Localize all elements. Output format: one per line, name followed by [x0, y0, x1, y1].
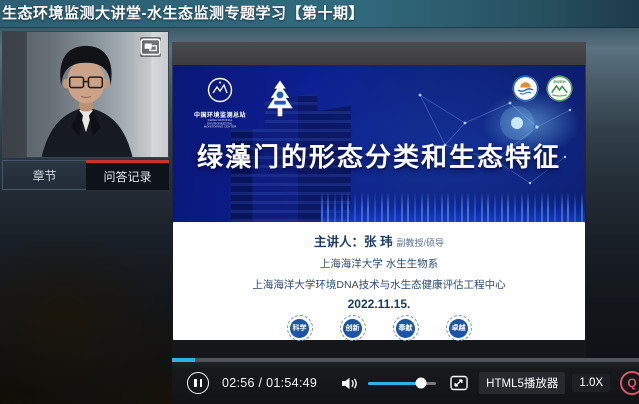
sidebar: 章节 问答记录	[0, 28, 170, 404]
playback-speed-chip[interactable]: 1.0X	[572, 374, 610, 392]
speaker-degree: 副教授/硕导	[396, 238, 444, 248]
titlebar: 生态环境监测大讲堂-水生态监测专题学习【第十期】	[0, 0, 639, 28]
speaker-center: 上海海洋大学环境DNA技术与水生态健康评估工程中心	[252, 277, 505, 292]
speaker-line: 主讲人：张 玮副教授/硕导	[314, 231, 444, 250]
volume-icon[interactable]	[340, 376, 359, 391]
speaker-department: 上海海洋大学 水生生物系	[320, 256, 438, 271]
time-display: 02:56 / 01:54:49	[222, 376, 317, 390]
tab-qa-records-label: 问答记录	[103, 168, 151, 185]
page-title: 生态环境监测大讲堂-水生态监测专题学习【第十期】	[0, 0, 639, 27]
motto-badge: 科学	[287, 315, 313, 341]
swap-video-icon[interactable]	[140, 37, 161, 57]
partner-logos: EWEH	[512, 75, 573, 102]
cnemc-emblem-icon	[207, 77, 233, 103]
tab-qa-records[interactable]: 问答记录	[86, 160, 169, 190]
pause-icon	[194, 379, 196, 387]
tab-chapters-label: 章节	[32, 167, 56, 184]
speaker-glyph	[340, 376, 359, 391]
presentation-slide: 中国环境监测总站 CHINA NATIONAL ENVIRONMENTAL MO…	[173, 65, 585, 340]
slide-date: 2022.11.15.	[348, 297, 411, 311]
motto-badge: 创新	[340, 315, 366, 341]
tree-logo-icon	[265, 79, 295, 119]
video-letterbox[interactable]: 中国环境监测总站 CHINA NATIONAL ENVIRONMENTAL MO…	[172, 42, 586, 358]
cnemc-logo: 中国环境监测总站 CHINA NATIONAL ENVIRONMENTAL MO…	[191, 77, 249, 136]
webinar-player-page: 生态环境监测大讲堂-水生态监测专题学习【第十期】	[0, 0, 639, 404]
swap-screen-glyph	[450, 375, 468, 391]
pause-button[interactable]	[187, 372, 209, 394]
controls-row: 02:56 / 01:54:49	[172, 362, 639, 404]
volume-knob[interactable]	[416, 378, 427, 389]
cnemc-name-en: CHINA NATIONAL ENVIRONMENTAL MONITORING …	[203, 119, 238, 129]
player-type-chip[interactable]: HTML5播放器	[479, 372, 565, 394]
player-controls: 02:56 / 01:54:49	[172, 358, 639, 404]
eweh-logo: EWEH	[546, 75, 573, 102]
shou-logo	[512, 75, 539, 102]
tree-logo	[265, 79, 295, 124]
eweh-logo-text: EWEH	[549, 80, 571, 85]
shou-logo-icon	[512, 75, 539, 102]
swap-screen-button[interactable]	[450, 375, 468, 391]
motto-badge: 卓越	[446, 315, 472, 341]
slide-speaker-panel: 主讲人：张 玮副教授/硕导 上海海洋大学 水生生物系 上海海洋大学环境DNA技术…	[173, 222, 585, 340]
motto-badge: 奉献	[393, 315, 419, 341]
volume-fill	[368, 382, 421, 385]
slide-banner: 中国环境监测总站 CHINA NATIONAL ENVIRONMENTAL MO…	[173, 65, 585, 222]
presenter-webcam-video[interactable]	[2, 31, 169, 158]
pause-icon	[200, 379, 202, 387]
tab-chapters[interactable]: 章节	[2, 160, 86, 190]
motto-badges: 科学 创新 奉献 卓越	[287, 315, 472, 341]
sidebar-tabs: 章节 问答记录	[2, 160, 169, 190]
swap-windows-glyph	[140, 37, 161, 57]
volume-slider[interactable]	[368, 382, 436, 385]
qa-button[interactable]: Q	[620, 371, 639, 395]
speaker-name: 主讲人：张 玮	[314, 235, 392, 249]
slide-title: 绿藻门的形态分类和生态特征	[173, 137, 585, 174]
